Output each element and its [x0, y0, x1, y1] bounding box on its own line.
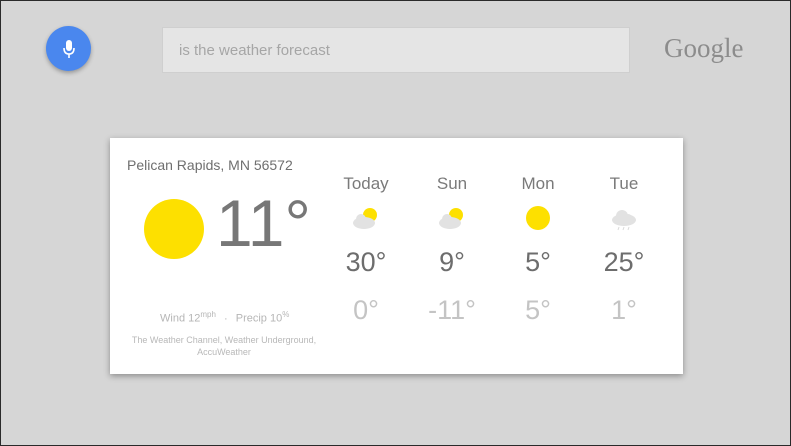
voice-search-button[interactable] [46, 26, 91, 71]
forecast-low: -11° [428, 295, 476, 325]
forecast-day[interactable]: Mon 5° 5° [493, 174, 583, 334]
separator-dot: · [224, 312, 228, 325]
weather-details: Wind 12mph · Precip 10% [160, 310, 289, 325]
forecast-day[interactable]: Tue 25° 1° [579, 174, 669, 334]
forecast-high: 9° [439, 247, 465, 277]
wind-value: 12 [188, 312, 201, 325]
search-query: is the weather forecast [179, 41, 330, 59]
cloudy-icon [612, 210, 636, 231]
forecast-day-label: Tue [609, 174, 639, 193]
partly-cloudy-icon [353, 208, 377, 229]
forecast-low: 1° [611, 295, 637, 325]
forecast-high: 5° [525, 247, 551, 277]
sun-icon [526, 206, 550, 230]
wind-label: Wind [160, 312, 186, 325]
precip-unit: % [282, 310, 290, 319]
partly-cloudy-icon [439, 208, 463, 229]
forecast-low: 5° [525, 295, 551, 325]
wind-unit: mph [200, 310, 216, 319]
weather-location: Pelican Rapids, MN 56572 [127, 157, 293, 173]
precip-label: Precip [235, 312, 267, 325]
forecast-high: 30° [345, 247, 387, 277]
sun-icon [144, 199, 204, 259]
forecast-day-label: Today [343, 174, 389, 193]
forecast-low: 0° [353, 295, 379, 325]
forecast-day[interactable]: Today 30° 0° [321, 174, 411, 334]
forecast-day-label: Sun [436, 174, 468, 193]
current-temperature: 11° [216, 186, 311, 260]
forecast-day-label: Mon [521, 174, 555, 193]
weather-sources: The Weather Channel, Weather Underground… [131, 335, 317, 357]
forecast-day[interactable]: Sun 9° -11° [407, 174, 497, 334]
weather-card[interactable]: Pelican Rapids, MN 56572 11° Wind 12mph … [110, 138, 683, 374]
forecast-high: 25° [603, 247, 645, 277]
google-logo: Google [664, 33, 744, 63]
mic-icon [62, 39, 75, 58]
precip-value: 10 [269, 312, 283, 325]
search-box[interactable]: is the weather forecast [162, 27, 630, 73]
